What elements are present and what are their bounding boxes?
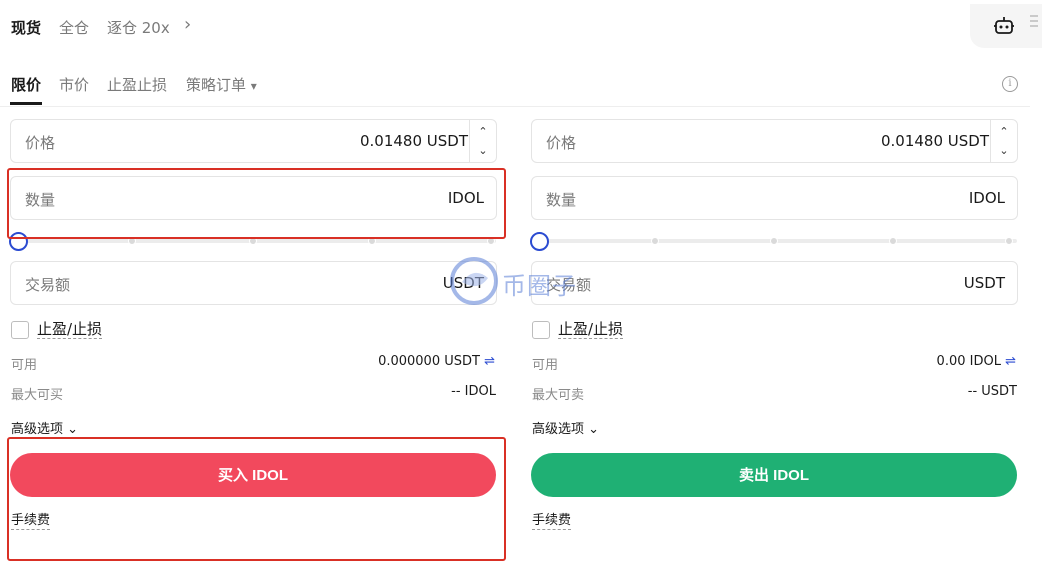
sell-total-unit: USDT bbox=[963, 274, 1005, 292]
tab-strategy[interactable]: 策略订单 ▾ bbox=[186, 74, 257, 95]
sell-advanced-options[interactable]: 高级选项 ⌄ bbox=[532, 418, 599, 437]
chevron-right-icon[interactable]: › bbox=[184, 14, 191, 35]
sell-amount-slider[interactable] bbox=[530, 232, 1017, 251]
sell-max-label: 最大可卖 bbox=[532, 388, 585, 403]
sell-amount-unit: IDOL bbox=[968, 189, 1005, 207]
mode-spot[interactable]: 现货 bbox=[11, 17, 41, 38]
chevron-down-icon: ⌄ bbox=[588, 422, 600, 437]
tab-market[interactable]: 市价 bbox=[59, 74, 89, 95]
sell-advanced-label: 高级选项 bbox=[532, 422, 585, 437]
buy-available-label: 可用 bbox=[11, 358, 38, 373]
buy-amount-label: 数量 bbox=[25, 191, 56, 209]
buy-tp-sl-label[interactable]: 止盈/止损 bbox=[37, 320, 103, 339]
chevron-down-icon[interactable]: ⌄ bbox=[470, 140, 496, 161]
buy-price-input[interactable]: 价格 0.01480 USDT ⌃ ⌄ bbox=[10, 119, 497, 163]
transfer-icon[interactable]: ⇌ bbox=[1005, 354, 1016, 369]
sell-slider-tick[interactable] bbox=[651, 237, 659, 245]
sell-available-value: 0.00 IDOL ⇌ bbox=[937, 354, 1016, 369]
sell-available-label: 可用 bbox=[532, 358, 559, 373]
sell-total-label: 交易额 bbox=[546, 276, 592, 294]
drag-handle-icon[interactable] bbox=[1030, 14, 1038, 28]
buy-slider-tick[interactable] bbox=[368, 237, 376, 245]
tab-tp-sl[interactable]: 止盈止损 bbox=[107, 74, 167, 95]
buy-slider-tick[interactable] bbox=[487, 237, 495, 245]
info-icon[interactable]: i bbox=[1002, 76, 1018, 92]
sell-price-label: 价格 bbox=[546, 134, 577, 152]
tab-strategy-label: 策略订单 bbox=[186, 76, 247, 94]
sell-slider-tick[interactable] bbox=[889, 237, 897, 245]
sell-price-input[interactable]: 价格 0.01480 USDT ⌃ ⌄ bbox=[531, 119, 1018, 163]
sell-available-amount: 0.00 IDOL bbox=[936, 354, 1001, 369]
buy-total-unit: USDT bbox=[442, 274, 484, 292]
sell-slider-handle[interactable] bbox=[530, 232, 549, 251]
tab-limit[interactable]: 限价 bbox=[11, 74, 41, 95]
sell-fee-label[interactable]: 手续费 bbox=[532, 512, 572, 530]
active-tab-indicator bbox=[10, 102, 42, 105]
buy-advanced-label: 高级选项 bbox=[11, 422, 64, 437]
mode-cross[interactable]: 全仓 bbox=[59, 17, 89, 38]
sell-tp-sl-label[interactable]: 止盈/止损 bbox=[558, 320, 624, 339]
buy-fee-label[interactable]: 手续费 bbox=[11, 512, 51, 530]
sell-amount-label: 数量 bbox=[546, 191, 577, 209]
buy-advanced-options[interactable]: 高级选项 ⌄ bbox=[11, 418, 78, 437]
buy-available-amount: 0.000000 USDT bbox=[378, 354, 480, 369]
sell-slider-tick[interactable] bbox=[1005, 237, 1013, 245]
sell-price-value: 0.01480 USDT bbox=[880, 132, 989, 150]
sell-slider-tick[interactable] bbox=[770, 237, 778, 245]
sell-amount-input[interactable]: 数量 IDOL bbox=[531, 176, 1018, 220]
buy-amount-input[interactable]: 数量 IDOL bbox=[10, 176, 497, 220]
sell-price-stepper: ⌃ ⌄ bbox=[990, 120, 1017, 162]
buy-slider-tick[interactable] bbox=[128, 237, 136, 245]
chevron-up-icon[interactable]: ⌃ bbox=[991, 121, 1017, 142]
sell-tp-sl-checkbox[interactable] bbox=[532, 321, 550, 339]
buy-amount-slider[interactable] bbox=[9, 232, 496, 251]
buy-price-stepper: ⌃ ⌄ bbox=[469, 120, 496, 162]
chevron-down-icon: ⌄ bbox=[67, 422, 79, 437]
caret-down-icon: ▾ bbox=[250, 79, 257, 93]
buy-slider-handle[interactable] bbox=[9, 232, 28, 251]
chevron-up-icon[interactable]: ⌃ bbox=[470, 121, 496, 142]
sell-total-input[interactable]: 交易额 USDT bbox=[531, 261, 1018, 305]
buy-tp-sl-checkbox[interactable] bbox=[11, 321, 29, 339]
buy-button[interactable]: 买入 IDOL bbox=[10, 453, 496, 497]
buy-price-label: 价格 bbox=[25, 134, 56, 152]
chevron-down-icon[interactable]: ⌄ bbox=[991, 140, 1017, 161]
buy-total-input[interactable]: 交易额 USDT bbox=[10, 261, 497, 305]
buy-max-label: 最大可买 bbox=[11, 388, 64, 403]
buy-slider-tick[interactable] bbox=[249, 237, 257, 245]
buy-price-value: 0.01480 USDT bbox=[359, 132, 468, 150]
order-type-tabs: 限价 市价 止盈止损 策略订单 ▾ bbox=[0, 66, 1030, 107]
sell-max-value: -- USDT bbox=[967, 384, 1017, 399]
robot-icon[interactable] bbox=[994, 16, 1014, 34]
buy-available-value: 0.000000 USDT ⇌ bbox=[378, 354, 495, 369]
mode-isolated[interactable]: 逐仓 20x bbox=[107, 17, 170, 38]
buy-total-label: 交易额 bbox=[25, 276, 71, 294]
transfer-icon[interactable]: ⇌ bbox=[484, 354, 495, 369]
buy-max-value: -- IDOL bbox=[451, 384, 496, 399]
trade-mode-bar: 现货 全仓 逐仓 20x › bbox=[0, 0, 1042, 52]
sell-button[interactable]: 卖出 IDOL bbox=[531, 453, 1017, 497]
buy-amount-unit: IDOL bbox=[447, 189, 484, 207]
